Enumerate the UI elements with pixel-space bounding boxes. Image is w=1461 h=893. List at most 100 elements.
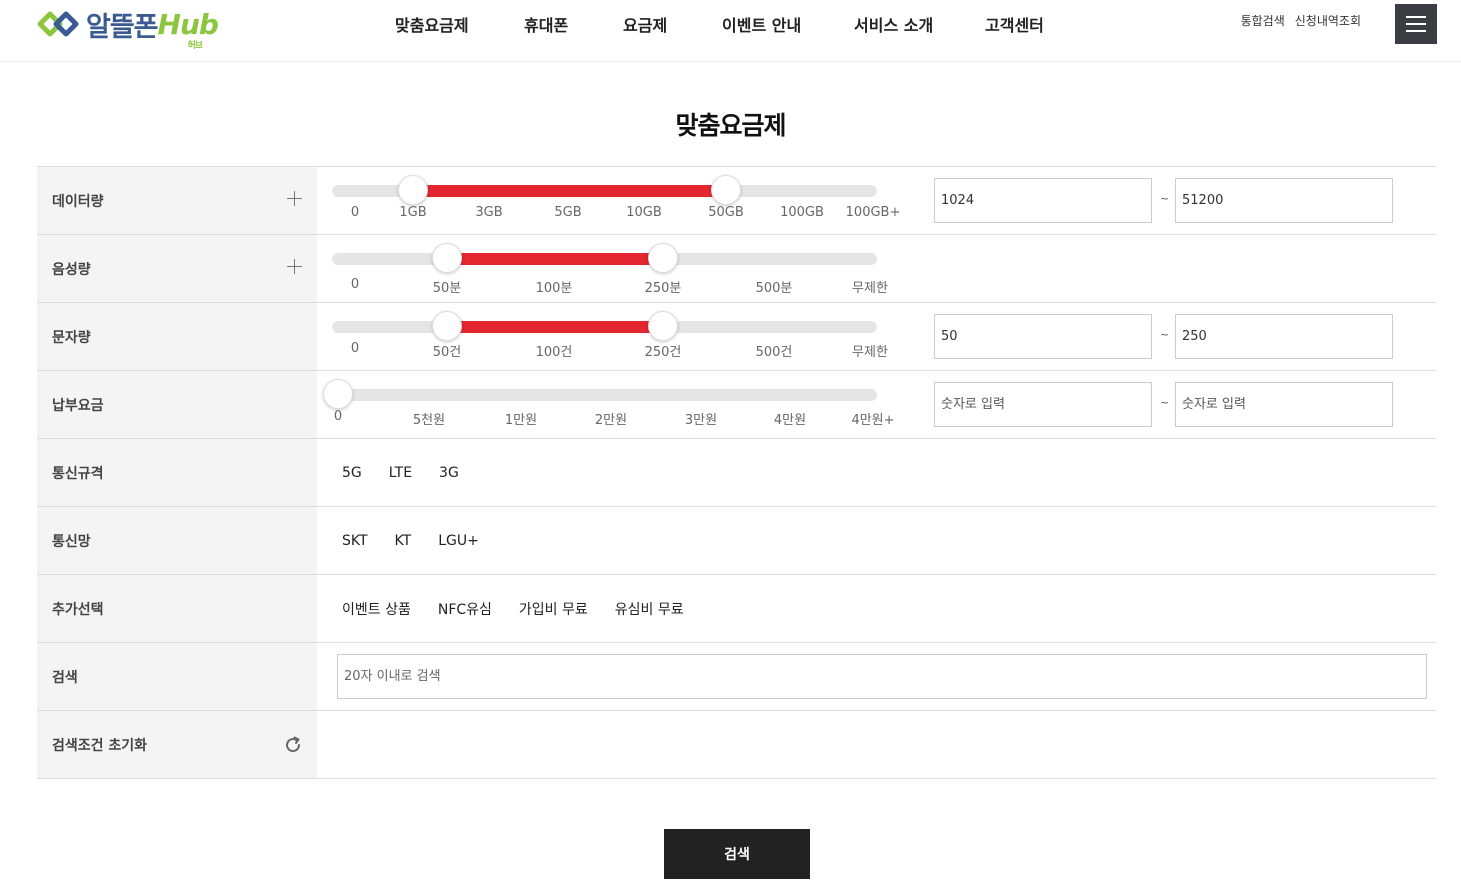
slider-handle-max[interactable] — [648, 243, 678, 273]
filter-label: 검색 — [52, 669, 78, 686]
filter-label: 문자량 — [52, 329, 91, 346]
filter-table: 데이터량 0 1GB 3GB 5GB 10GB 50GB 100GB 100GB+ ~ 음성량 — [37, 166, 1437, 779]
slider-tick-label: 무제한 — [852, 345, 888, 360]
option-skt[interactable]: SKT — [342, 533, 368, 549]
slider-tick-label: 3만원 — [684, 413, 718, 428]
hamburger-icon[interactable] — [1395, 4, 1437, 44]
util-integrated-search[interactable]: 통합검색 — [1241, 12, 1285, 29]
site-header: 알뜰폰 Hub 허브 맞춤요금제 휴대폰 요금제 이벤트 안내 서비스 소개 고… — [0, 0, 1461, 62]
slider-tick-label: 50건 — [432, 345, 462, 360]
filter-value-cell: 0 5천원 1만원 2만원 3만원 4만원 4만원+ ~ — [317, 371, 1437, 438]
filter-label: 데이터량 — [52, 193, 104, 210]
slider-handle-max[interactable] — [648, 311, 678, 341]
extra-options: 이벤트 상품 NFC유심 가입비 무료 유심비 무료 — [342, 575, 711, 642]
filter-value-cell: SKT KT LGU+ — [317, 507, 1437, 574]
filter-row-extra: 추가선택 이벤트 상품 NFC유심 가입비 무료 유심비 무료 — [37, 575, 1437, 643]
option-kt[interactable]: KT — [395, 533, 412, 549]
filter-label: 음성량 — [52, 261, 91, 278]
plus-icon[interactable] — [287, 258, 303, 275]
slider-handle-min[interactable] — [398, 175, 428, 205]
slider-fill — [447, 253, 663, 265]
data-slider[interactable] — [332, 175, 877, 205]
sms-slider[interactable] — [332, 311, 877, 341]
option-event-product[interactable]: 이벤트 상품 — [342, 599, 411, 619]
slider-tick-label: 1GB — [399, 205, 427, 220]
hamburger-bar — [1406, 23, 1426, 25]
slider-tick-label: 250분 — [644, 281, 682, 296]
search-submit-button[interactable]: 검색 — [664, 829, 810, 879]
filter-label-cell: 통신규격 — [37, 439, 317, 506]
data-max-input[interactable] — [1175, 178, 1393, 223]
slider-tick-label: 100건 — [535, 345, 573, 360]
option-free-join-fee[interactable]: 가입비 무료 — [519, 599, 588, 619]
nav-support[interactable]: 고객센터 — [985, 12, 1044, 36]
slider-fill — [413, 185, 726, 197]
option-3g[interactable]: 3G — [439, 465, 459, 481]
slider-tick-label: 100분 — [535, 281, 573, 296]
nav-service[interactable]: 서비스 소개 — [854, 12, 933, 36]
slider-tick-label: 0 — [350, 277, 360, 292]
slider-ticks: 0 1GB 3GB 5GB 10GB 50GB 100GB 100GB+ — [332, 205, 932, 221]
option-lte[interactable]: LTE — [389, 465, 412, 481]
filter-value-cell: 이벤트 상품 NFC유심 가입비 무료 유심비 무료 — [317, 575, 1437, 642]
slider-tick-label: 100GB — [780, 205, 824, 220]
filter-label: 검색조건 초기화 — [52, 737, 148, 754]
nav-plan[interactable]: 요금제 — [623, 12, 667, 36]
data-min-input[interactable] — [934, 178, 1152, 223]
hamburger-bar — [1406, 30, 1426, 32]
sms-max-input[interactable] — [1175, 314, 1393, 359]
slider-tick-label: 500건 — [755, 345, 793, 360]
slider-tick-label: 50GB — [708, 205, 744, 220]
filter-label-cell: 데이터량 — [37, 167, 317, 234]
filter-label-cell: 추가선택 — [37, 575, 317, 642]
slider-tick-label: 1만원 — [504, 413, 538, 428]
slider-fill — [447, 321, 663, 333]
sms-min-input[interactable] — [934, 314, 1152, 359]
range-tilde: ~ — [1160, 396, 1170, 409]
filter-row-carrier: 통신망 SKT KT LGU+ — [37, 507, 1437, 575]
slider-tick-label: 0 — [333, 409, 343, 424]
keyword-search-input[interactable] — [337, 654, 1427, 699]
option-nfc-usim[interactable]: NFC유심 — [438, 599, 492, 619]
slider-tick-label: 50분 — [432, 281, 462, 296]
option-lgu[interactable]: LGU+ — [438, 533, 479, 549]
slider-tick-label: 4만원+ — [851, 413, 895, 428]
fee-slider[interactable] — [323, 379, 877, 409]
filter-label-cell: 검색 — [37, 643, 317, 710]
nav-phone[interactable]: 휴대폰 — [524, 12, 568, 36]
filter-label-cell: 문자량 — [37, 303, 317, 370]
slider-tick-label: 500분 — [755, 281, 793, 296]
slider-tick-label: 5GB — [554, 205, 582, 220]
filter-value-cell: 0 50분 100분 250분 500분 무제한 — [317, 235, 1437, 302]
refresh-icon[interactable] — [283, 735, 303, 755]
slider-handle-min[interactable] — [432, 243, 462, 273]
slider-tick-label: 100GB+ — [845, 205, 901, 220]
slider-handle-min[interactable] — [432, 311, 462, 341]
filter-label-cell: 음성량 — [37, 235, 317, 302]
slider-tick-label: 무제한 — [852, 281, 888, 296]
slider-track — [332, 389, 877, 401]
slider-tick-label: 0 — [350, 205, 360, 220]
slider-ticks: 0 5천원 1만원 2만원 3만원 4만원 4만원+ — [332, 409, 932, 428]
fee-max-input[interactable] — [1175, 382, 1393, 427]
slider-tick-label: 4만원 — [773, 413, 807, 428]
option-5g[interactable]: 5G — [342, 465, 362, 481]
page-title: 맞춤요금제 — [675, 111, 786, 140]
fee-min-input[interactable] — [934, 382, 1152, 427]
filter-label: 추가선택 — [52, 601, 104, 618]
filter-row-reset: 검색조건 초기화 — [37, 711, 1437, 779]
plus-icon[interactable] — [287, 190, 303, 207]
filter-value-cell: 0 50건 100건 250건 500건 무제한 ~ — [317, 303, 1437, 370]
slider-ticks: 0 50분 100분 250분 500분 무제한 — [332, 277, 932, 296]
option-free-usim-fee[interactable]: 유심비 무료 — [615, 599, 684, 619]
voice-slider[interactable] — [332, 243, 877, 273]
slider-handle-max[interactable] — [711, 175, 741, 205]
slider-handle-min[interactable] — [323, 379, 353, 409]
slider-tick-label: 0 — [350, 341, 360, 356]
carrier-options: SKT KT LGU+ — [342, 507, 506, 574]
filter-row-voice: 음성량 0 50분 100분 250분 500분 무제한 — [37, 235, 1437, 303]
slider-tick-label: 10GB — [626, 205, 662, 220]
nav-event[interactable]: 이벤트 안내 — [722, 12, 801, 36]
util-application-history[interactable]: 신청내역조회 — [1295, 12, 1361, 29]
nav-custom-plan[interactable]: 맞춤요금제 — [395, 12, 469, 36]
